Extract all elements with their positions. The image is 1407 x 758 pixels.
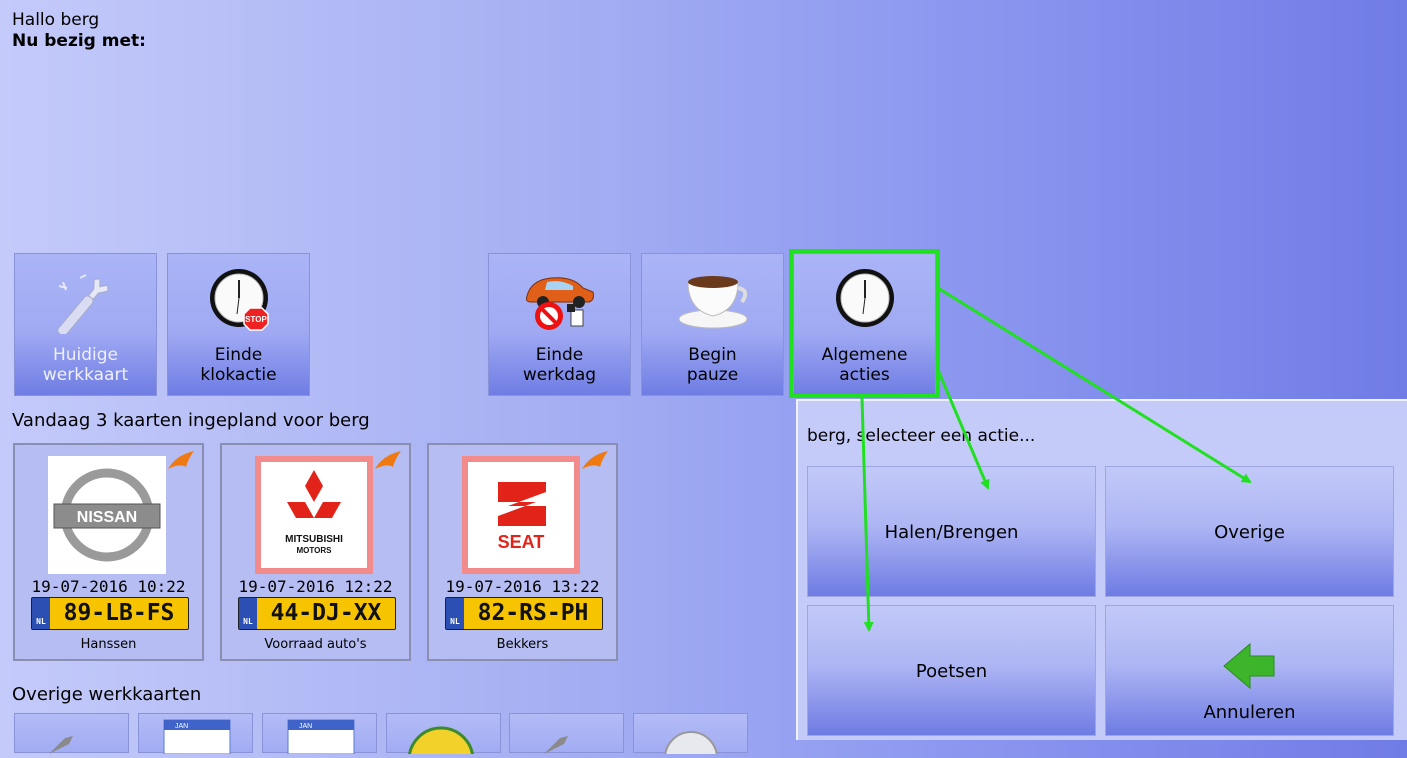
- other-workcard-button[interactable]: JAN: [138, 713, 253, 755]
- flame-icon: [166, 449, 196, 475]
- other-workcard-button[interactable]: JAN: [262, 713, 377, 755]
- mitsubishi-logo-text: MITSUBISHI: [285, 534, 343, 545]
- eu-flag-icon: NL: [239, 598, 257, 629]
- nissan-logo-text: NISSAN: [77, 509, 137, 526]
- action-prompt: berg, selecteer een actie...: [807, 426, 1036, 446]
- cancel-button[interactable]: Annuleren: [1105, 605, 1394, 736]
- workcard-tile[interactable]: NISSAN 19-07-2016 10:22 NL 89-LB-FS Hans…: [13, 443, 204, 661]
- current-workcard-label-2: werkkaart: [42, 365, 129, 385]
- wrench-icon: [544, 736, 568, 754]
- coffee-cup-icon: [642, 264, 783, 334]
- current-workcard-label-1: Huidige: [52, 345, 119, 365]
- clock-stop-icon: STOP: [168, 264, 309, 334]
- calendar-month: JAN: [175, 723, 188, 730]
- wrench-icon: [15, 264, 156, 337]
- workcard-datetime: 19-07-2016 10:22: [31, 577, 186, 596]
- end-clock-action-button[interactable]: STOP Einde klokactie: [167, 253, 310, 396]
- clean-button[interactable]: Poetsen: [807, 605, 1096, 736]
- seat-logo-text: SEAT: [498, 532, 545, 552]
- flame-icon: [580, 449, 610, 475]
- other-actions-button[interactable]: Overige: [1105, 466, 1394, 597]
- end-workday-label-1: Einde: [535, 345, 584, 365]
- current-workcard-button[interactable]: Huidige werkkaart: [14, 253, 157, 396]
- license-plate-text: 44-DJ-XX: [270, 600, 382, 626]
- seat-logo: SEAT: [462, 456, 580, 574]
- fetch-bring-button[interactable]: Halen/Brengen: [807, 466, 1096, 597]
- nissan-logo: NISSAN: [48, 456, 166, 574]
- globe-icon: [407, 726, 475, 758]
- end-clock-label-2: klokactie: [200, 365, 277, 385]
- workcard-owner: Bekkers: [496, 637, 549, 652]
- clean-label: Poetsen: [915, 661, 988, 682]
- begin-break-button[interactable]: Begin pauze: [641, 253, 784, 396]
- green-back-arrow-icon: [1106, 640, 1393, 690]
- license-plate: NL 89-LB-FS: [31, 597, 189, 630]
- other-workcards-title: Overige werkkaarten: [12, 684, 202, 705]
- plate-country: NL: [450, 617, 460, 626]
- license-plate: NL 44-DJ-XX: [238, 597, 396, 630]
- cancel-label: Annuleren: [1203, 702, 1296, 723]
- workcard-tile[interactable]: SEAT 19-07-2016 13:22 NL 82-RS-PH Bekker…: [427, 443, 618, 661]
- license-plate-text: 89-LB-FS: [63, 600, 175, 626]
- highlight-frame: [789, 249, 940, 398]
- other-workcard-button[interactable]: [509, 713, 624, 754]
- other-workcard-button[interactable]: [14, 713, 129, 754]
- license-plate-text: 82-RS-PH: [477, 600, 589, 626]
- calendar-icon: JAN: [287, 719, 355, 755]
- other-workcard-button[interactable]: [633, 713, 748, 758]
- workcard-owner: Hanssen: [80, 637, 137, 652]
- calendar-icon: JAN: [163, 719, 231, 755]
- eu-flag-icon: NL: [32, 598, 50, 629]
- begin-break-label-2: pauze: [686, 365, 739, 385]
- flame-icon: [373, 449, 403, 475]
- workcard-tile[interactable]: MITSUBISHI MOTORS 19-07-2016 12:22 NL 44…: [220, 443, 411, 661]
- svg-text:STOP: STOP: [245, 315, 267, 324]
- mitsubishi-logo: MITSUBISHI MOTORS: [255, 456, 373, 574]
- end-workday-button[interactable]: Einde werkdag: [488, 253, 631, 396]
- car-no-entry-icon: [489, 264, 630, 334]
- schedule-title: Vandaag 3 kaarten ingepland voor berg: [12, 410, 370, 431]
- wrench-icon: [49, 736, 73, 754]
- workcard-datetime: 19-07-2016 13:22: [445, 577, 600, 596]
- begin-break-label-1: Begin: [688, 345, 737, 365]
- end-clock-label-1: Einde: [214, 345, 263, 365]
- eu-flag-icon: NL: [446, 598, 464, 629]
- greeting-text: Hallo berg: [12, 10, 100, 30]
- other-actions-label: Overige: [1214, 522, 1285, 543]
- fetch-bring-label: Halen/Brengen: [884, 522, 1019, 543]
- plate-country: NL: [36, 617, 46, 626]
- calendar-month: JAN: [299, 723, 312, 730]
- workcard-datetime: 19-07-2016 12:22: [238, 577, 393, 596]
- end-workday-label-2: werkdag: [522, 365, 597, 385]
- plate-country: NL: [243, 617, 253, 626]
- busy-label: Nu bezig met:: [12, 31, 146, 51]
- other-workcard-button[interactable]: [386, 713, 501, 758]
- license-plate: NL 82-RS-PH: [445, 597, 603, 630]
- workcard-owner: Voorraad auto's: [264, 637, 367, 652]
- magnifier-icon: [664, 731, 718, 758]
- mitsubishi-logo-subtext: MOTORS: [297, 546, 333, 555]
